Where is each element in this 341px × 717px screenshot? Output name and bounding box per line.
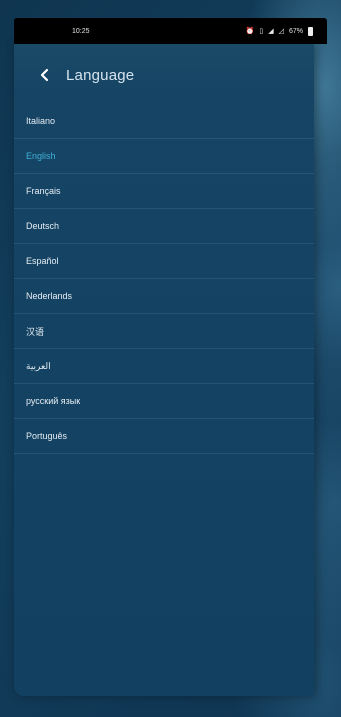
language-list: Italiano English Français Deutsch Español Ned… <box>14 104 314 454</box>
language-label: Español <box>26 256 59 266</box>
back-button[interactable] <box>28 58 62 92</box>
battery-icon <box>308 26 313 36</box>
alarm-icon: ⏰ <box>245 28 255 35</box>
language-label: English <box>26 151 56 161</box>
wifi-icon: ◿ <box>278 28 284 35</box>
signal-icon: ◢ <box>268 28 274 35</box>
language-item-4[interactable]: Español <box>14 244 314 279</box>
language-item-1[interactable]: English <box>14 139 314 174</box>
language-label: Français <box>26 186 61 196</box>
language-item-7[interactable]: العربية <box>14 349 314 384</box>
language-label: Italiano <box>26 116 56 126</box>
language-label: 汉语 <box>26 326 45 337</box>
app-screen: 10:25 ⏰ ▯ ◢ ◿ 67% Language Italiano Engli… <box>0 0 341 717</box>
chevron-left-icon <box>40 68 49 82</box>
language-label: Português <box>26 431 68 441</box>
language-label: русский язык <box>26 396 81 406</box>
status-icons: ⏰ ▯ ◢ ◿ 67% <box>245 26 313 36</box>
vibrate-icon: ▯ <box>259 28 264 35</box>
language-label: Deutsch <box>26 221 60 231</box>
page-title: Language <box>66 66 135 84</box>
status-time: 10:25 <box>72 27 90 35</box>
drawer-header: Language <box>14 58 314 92</box>
status-bar: 10:25 ⏰ ▯ ◢ ◿ 67% <box>14 18 327 44</box>
language-item-3[interactable]: Deutsch <box>14 209 314 244</box>
language-item-6[interactable]: 汉语 <box>14 314 314 349</box>
language-label: العربية <box>26 360 51 371</box>
language-drawer: Language Italiano English Français Deutsch E… <box>14 44 314 696</box>
language-item-0[interactable]: Italiano <box>14 104 314 139</box>
language-item-5[interactable]: Nederlands <box>14 279 314 314</box>
language-label: Nederlands <box>26 291 73 301</box>
battery-percentage: 67% <box>288 27 303 35</box>
language-item-8[interactable]: русский язык <box>14 384 314 419</box>
language-item-9[interactable]: Português <box>14 419 314 454</box>
language-item-2[interactable]: Français <box>14 174 314 209</box>
